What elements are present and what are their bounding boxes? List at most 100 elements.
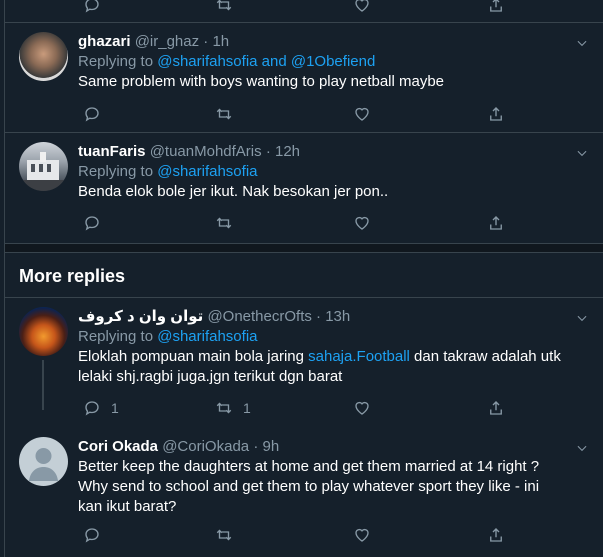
reply-tweet[interactable]: توان وان د كروف @OnethecrOfts · 13h Repl… xyxy=(5,297,603,427)
replying-prefix: Replying to xyxy=(78,53,154,70)
like-button[interactable] xyxy=(353,524,371,546)
tweet-actions xyxy=(77,524,517,546)
retweet-icon xyxy=(216,108,232,120)
more-replies-heading: More replies xyxy=(19,266,126,286)
share-icon xyxy=(490,107,502,121)
dot-separator: · xyxy=(265,143,271,160)
share-icon xyxy=(490,216,502,230)
section-gap xyxy=(5,243,603,253)
retweet-icon xyxy=(216,217,232,229)
reply-icon xyxy=(85,401,99,416)
tweet-header: Cori Okada @CoriOkada · 9h xyxy=(78,437,563,457)
dot-separator: · xyxy=(203,33,209,50)
tweet-header: توان وان د كروف @OnethecrOfts · 13h xyxy=(78,307,563,327)
building-photo xyxy=(19,152,68,191)
like-icon xyxy=(355,216,369,230)
reply-icon xyxy=(85,216,99,231)
more-options-button[interactable] xyxy=(575,311,589,325)
tweet-text: Eloklah pompuan main bola jaring sahaja.… xyxy=(78,347,563,387)
chevron-down-icon xyxy=(577,315,587,322)
avatar[interactable] xyxy=(19,142,68,191)
like-icon xyxy=(355,528,369,542)
more-options-button[interactable] xyxy=(575,146,589,160)
reply-icon xyxy=(85,528,99,543)
author-handle[interactable]: @tuanMohdfAris xyxy=(150,143,262,160)
tweet-header: tuanFaris @tuanMohdfAris · 12h xyxy=(78,142,563,162)
author-name[interactable]: tuanFaris xyxy=(78,143,146,160)
timestamp[interactable]: 1h xyxy=(212,33,229,50)
tweet-text: Better keep the daughters at home and ge… xyxy=(78,458,540,515)
share-button[interactable] xyxy=(487,0,505,16)
retweet-button[interactable] xyxy=(215,524,233,546)
retweet-icon xyxy=(216,529,232,541)
retweet-icon xyxy=(216,0,232,11)
share-icon xyxy=(490,528,502,542)
tweet-text: Same problem with boys wanting to play n… xyxy=(78,73,445,90)
reply-icon xyxy=(85,0,99,13)
author-handle[interactable]: @OnethecrOfts xyxy=(207,308,311,325)
reply-count: 1 xyxy=(111,400,119,416)
author-name[interactable]: ghazari xyxy=(78,33,131,50)
like-icon xyxy=(355,0,369,12)
share-button[interactable] xyxy=(487,212,505,234)
author-handle[interactable]: @ir_ghaz xyxy=(135,33,199,50)
thread-line xyxy=(42,360,44,410)
share-button[interactable] xyxy=(487,397,505,419)
avatar[interactable] xyxy=(19,307,68,356)
like-button[interactable] xyxy=(353,0,371,16)
reply-tweet[interactable]: Cori Okada @CoriOkada · 9h Better keep t… xyxy=(5,427,603,557)
timestamp[interactable]: 9h xyxy=(262,438,279,455)
reply-button[interactable] xyxy=(83,103,101,125)
chevron-down-icon xyxy=(577,150,587,157)
author-name[interactable]: توان وان د كروف xyxy=(78,308,203,325)
share-icon xyxy=(490,401,502,415)
replying-to-link[interactable]: @sharifahsofia xyxy=(157,328,257,345)
reply-button[interactable]: 1 xyxy=(83,397,119,419)
timestamp[interactable]: 13h xyxy=(325,308,350,325)
replying-to-link[interactable]: @sharifahsofia xyxy=(157,163,257,180)
replies-column: ghazari @ir_ghaz · 1h Replying to @shari… xyxy=(4,0,603,557)
retweet-icon xyxy=(216,402,232,414)
reply-button[interactable] xyxy=(83,524,101,546)
author-name[interactable]: Cori Okada xyxy=(78,438,158,455)
more-options-button[interactable] xyxy=(575,36,589,50)
default-avatar-icon xyxy=(29,448,58,481)
like-button[interactable] xyxy=(353,397,371,419)
replying-to: Replying to @sharifahsofia xyxy=(78,162,563,182)
retweet-count: 1 xyxy=(243,400,251,416)
reply-button[interactable] xyxy=(83,0,101,16)
like-button[interactable] xyxy=(353,212,371,234)
share-button[interactable] xyxy=(487,524,505,546)
reply-tweet[interactable]: ghazari @ir_ghaz · 1h Replying to @shari… xyxy=(5,22,603,132)
tweet-actions-top xyxy=(77,0,517,16)
chevron-down-icon xyxy=(577,445,587,452)
replying-to: Replying to @sharifahsofia and @1Obefien… xyxy=(78,52,563,72)
avatar[interactable] xyxy=(19,437,68,486)
retweet-button[interactable] xyxy=(215,212,233,234)
avatar[interactable] xyxy=(19,32,68,81)
reply-tweet[interactable]: tuanFaris @tuanMohdfAris · 12h Replying … xyxy=(5,132,603,243)
reply-icon xyxy=(85,107,99,122)
timestamp[interactable]: 12h xyxy=(275,143,300,160)
tweet-header: ghazari @ir_ghaz · 1h xyxy=(78,32,563,52)
author-handle[interactable]: @CoriOkada xyxy=(162,438,249,455)
tweet-actions xyxy=(77,103,517,125)
replying-prefix: Replying to xyxy=(78,328,154,345)
replying-to: Replying to @sharifahsofia xyxy=(78,327,563,347)
like-button[interactable] xyxy=(353,103,371,125)
retweet-button[interactable] xyxy=(215,103,233,125)
tweet-actions xyxy=(77,212,517,234)
like-icon xyxy=(355,107,369,121)
retweet-button[interactable] xyxy=(215,0,233,16)
tweet-text: Benda elok bole jer ikut. Nak besokan je… xyxy=(78,183,389,200)
dot-separator: · xyxy=(253,438,259,455)
reply-button[interactable] xyxy=(83,212,101,234)
retweet-button[interactable]: 1 xyxy=(215,397,251,419)
share-button[interactable] xyxy=(487,103,505,125)
tweet-text-link[interactable]: sahaja.Football xyxy=(308,348,410,365)
more-options-button[interactable] xyxy=(575,441,589,455)
share-icon xyxy=(490,0,502,12)
like-icon xyxy=(355,401,369,415)
dot-separator: · xyxy=(316,308,322,325)
replying-to-link[interactable]: @sharifahsofia and @1Obefiend xyxy=(157,53,375,70)
